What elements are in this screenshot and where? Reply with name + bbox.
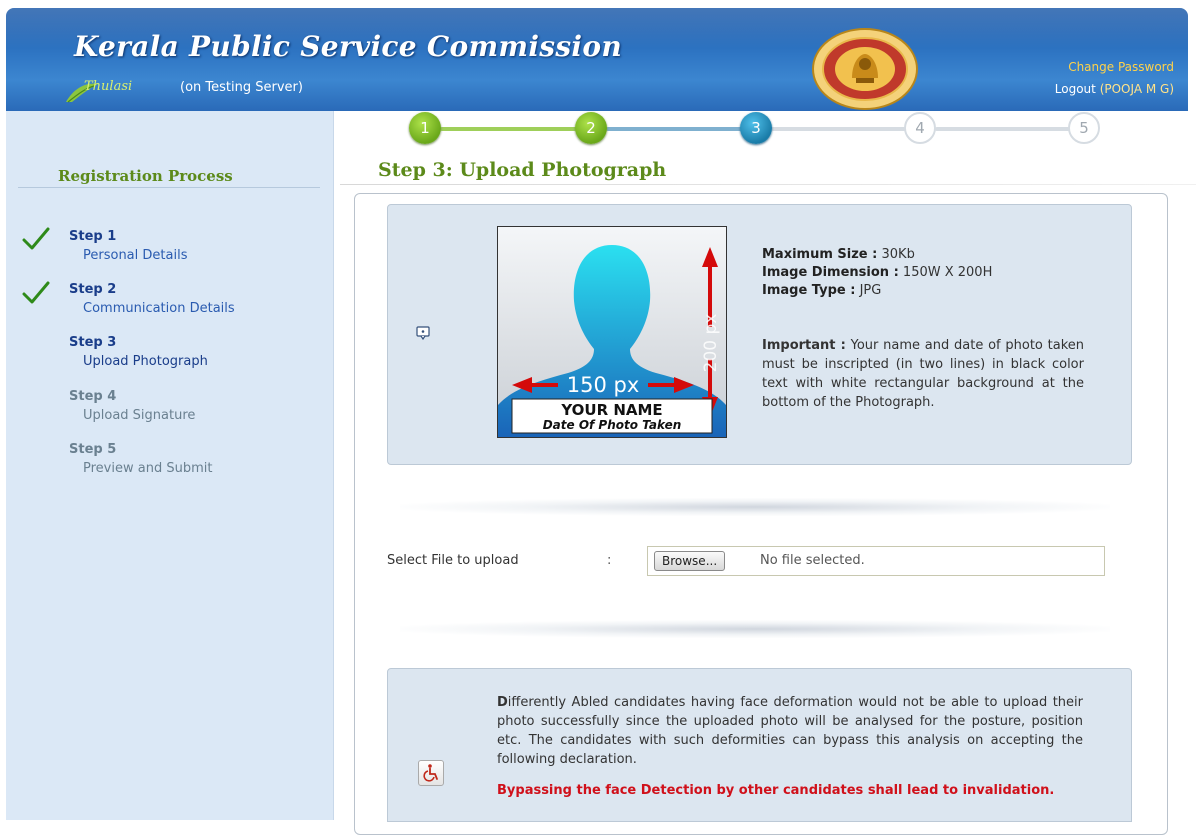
sample-name-label: YOUR NAME (560, 401, 662, 419)
checkmark-icon (22, 281, 50, 304)
important-note: Important : Your name and date of photo … (762, 336, 1084, 412)
logout-label: Logout (1054, 82, 1096, 96)
title-divider (340, 184, 1196, 185)
spec-value: JPG (859, 283, 882, 298)
type-spec: Image Type : JPG (762, 283, 881, 298)
spec-label: Image Dimension : (762, 265, 899, 280)
step-label: Communication Details (83, 301, 235, 316)
logged-user-name: (POOJA M G) (1099, 82, 1174, 96)
logout-link[interactable]: Logout (POOJA M G) (1055, 82, 1174, 96)
accessibility-button[interactable] (418, 760, 444, 786)
step-label: Upload Signature (83, 408, 196, 423)
sidebar-item-step-2[interactable]: Step 2 Communication Details (69, 280, 235, 318)
notice-first-letter: D (497, 695, 508, 710)
sidebar-divider (18, 187, 320, 188)
progress-connector (935, 127, 1083, 131)
max-size-spec: Maximum Size : 30Kb (762, 247, 915, 262)
step-label: Personal Details (83, 248, 188, 263)
spec-label: Maximum Size : (762, 247, 878, 262)
progress-step-3: 3 (740, 112, 772, 144)
progress-step-4: 4 (904, 112, 936, 144)
file-upload-label: Select File to upload (387, 553, 519, 568)
step-label: Upload Photograph (83, 354, 208, 369)
file-input[interactable]: Browse... No file selected. (647, 546, 1105, 576)
browse-button[interactable]: Browse... (654, 551, 726, 571)
section-separator (400, 498, 1110, 516)
sidebar-item-step-1[interactable]: Step 1 Personal Details (69, 227, 187, 265)
thulasi-label: Thulasi (84, 79, 133, 94)
kpsc-emblem (812, 28, 918, 110)
server-note: (on Testing Server) (180, 80, 303, 95)
progress-step-5: 5 (1068, 112, 1100, 144)
help-icon[interactable] (416, 326, 430, 340)
notice-body: ifferently Abled candidates having face … (497, 695, 1083, 767)
sidebar-item-step-3[interactable]: Step 3 Upload Photograph (69, 333, 208, 371)
app-title: Kerala Public Service Commission (74, 30, 622, 63)
progress-connector (440, 127, 588, 131)
wheelchair-icon (423, 764, 438, 782)
file-upload-colon: : (607, 553, 612, 568)
sidebar-heading: Registration Process (58, 167, 233, 185)
sidebar-item-step-5[interactable]: Step 5 Preview and Submit (69, 440, 212, 478)
file-status: No file selected. (760, 553, 865, 568)
sidebar-item-step-4[interactable]: Step 4 Upload Signature (69, 387, 195, 425)
important-label: Important : (762, 338, 846, 353)
step-title: Step 1 (69, 229, 117, 244)
spec-label: Image Type : (762, 283, 856, 298)
sample-date-label: Date Of Photo Taken (543, 418, 682, 432)
progress-step-1: 1 (409, 112, 441, 144)
spec-value: 30Kb (881, 247, 915, 262)
differently-abled-notice-text: Differently Abled candidates having face… (497, 693, 1083, 769)
change-password-link[interactable]: Change Password (1068, 60, 1174, 74)
step-label: Preview and Submit (83, 461, 213, 476)
step-title: Step 4 (69, 389, 117, 404)
progress-step-2: 2 (575, 112, 607, 144)
sample-photo-illustration: 200 px 150 px YOUR NAME Date Of Photo Ta… (497, 226, 727, 438)
spec-value: 150W X 200H (902, 265, 993, 280)
progress-connector (606, 127, 754, 131)
width-dimension-label: 150 px (567, 373, 640, 397)
checkmark-icon (22, 227, 50, 250)
section-separator (400, 620, 1110, 638)
dimension-spec: Image Dimension : 150W X 200H (762, 265, 992, 280)
step-title: Step 3 (69, 335, 117, 350)
page-title: Step 3: Upload Photograph (378, 159, 667, 181)
step-title: Step 2 (69, 282, 117, 297)
sidebar: Registration Process Step 1 Personal Det… (6, 111, 334, 820)
step-title: Step 5 (69, 442, 117, 457)
page-header: Kerala Public Service Commission Thulasi… (6, 8, 1188, 111)
height-dimension-label: 200 px (701, 314, 721, 373)
bypass-warning: Bypassing the face Detection by other ca… (497, 783, 1055, 798)
progress-connector (771, 127, 919, 131)
